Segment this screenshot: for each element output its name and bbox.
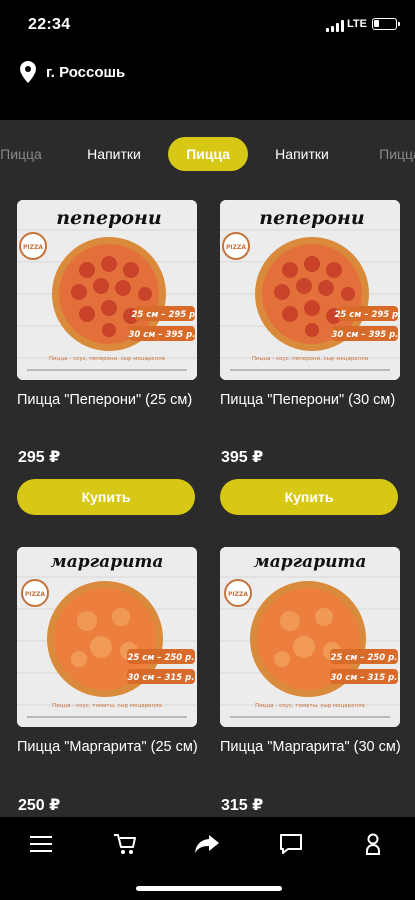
home-indicator[interactable] [136, 886, 282, 891]
image-price-line-1: 25 см – 295 р. [132, 310, 197, 320]
status-bar: 22:34 LTE [0, 0, 415, 52]
image-price-line-1: 25 см – 250 р. [331, 653, 398, 663]
product-card[interactable]: маргарита PIZZA 25 см – 250 р. 30 см – 3… [220, 547, 401, 814]
product-card[interactable]: пеперони PIZZA 25 см – 295 р. 30 см – 39… [17, 200, 197, 515]
battery-icon [372, 18, 400, 30]
pizza-image: пеперони PIZZA 25 см – 295 р. 30 см – 39… [17, 200, 197, 380]
pizza-image: маргарита PIZZA 25 см – 250 р. 30 см – 3… [17, 547, 197, 727]
cart-icon[interactable] [107, 831, 143, 857]
image-caption: Пицца - соус, томаты, сыр моцарелла [255, 703, 365, 709]
product-image[interactable]: пеперони PIZZA 25 см – 295 р. 30 см – 39… [17, 200, 197, 380]
buy-button[interactable]: Купить [220, 479, 398, 515]
image-price-line-2: 30 см – 315 р. [331, 673, 398, 683]
product-title[interactable]: Пицца "Пеперони" (25 см) [17, 390, 202, 410]
share-icon[interactable] [189, 831, 225, 857]
image-price-line-1: 25 см – 295 р. [335, 310, 400, 320]
product-price: 250 ₽ [18, 797, 61, 814]
image-heading: маргарита [51, 552, 164, 572]
image-price-line-1: 25 см – 250 р. [128, 653, 195, 663]
tab-pizza-active[interactable]: Пицца [168, 137, 248, 171]
logo-text: PIZZA [23, 244, 43, 251]
category-tabs[interactable]: Пицца Напитки Пицца Напитки Пицца [0, 137, 415, 173]
product-price: 315 ₽ [221, 797, 264, 814]
map-pin-icon [20, 61, 36, 83]
pizza-image: пеперони PIZZA 25 см – 295 р. 30 см – 39… [220, 200, 400, 380]
profile-icon[interactable] [355, 831, 391, 857]
product-title[interactable]: Пицца "Маргарита" (25 см) [17, 737, 202, 757]
product-card[interactable]: пеперони PIZZA 25 см – 295 р. 30 см – 39… [220, 200, 400, 515]
image-heading: пеперони [259, 207, 364, 229]
image-heading: маргарита [254, 552, 367, 572]
image-price-line-2: 30 см – 315 р. [128, 673, 195, 683]
logo-text: PIZZA [226, 244, 246, 251]
product-title[interactable]: Пицца "Маргарита" (30 см) [220, 737, 405, 757]
location-selector[interactable]: г. Россошь [20, 58, 125, 86]
tab-pizza-next[interactable]: Пицца [370, 137, 415, 171]
signal-icon [326, 20, 344, 32]
image-heading: пеперони [56, 207, 161, 229]
tab-drinks[interactable]: Напитки [78, 137, 150, 171]
tab-pizza-prev[interactable]: Пицца [0, 137, 56, 171]
image-price-line-2: 30 см – 395 р. [129, 330, 196, 340]
product-image[interactable]: маргарита PIZZA 25 см – 250 р. 30 см – 3… [220, 547, 400, 727]
status-time: 22:34 [28, 16, 71, 33]
buy-button[interactable]: Купить [17, 479, 195, 515]
product-image[interactable]: маргарита PIZZA 25 см – 250 р. 30 см – 3… [17, 547, 197, 727]
tab-drinks-2[interactable]: Напитки [266, 137, 338, 171]
image-caption: Пицца - соус, пеперони, сыр моцарелла [252, 356, 368, 362]
image-caption: Пицца - соус, томаты, сыр моцарелла [52, 703, 162, 709]
catalog[interactable]: Пицца Напитки Пицца Напитки Пицца пеперо… [0, 120, 415, 817]
product-card[interactable]: маргарита PIZZA 25 см – 250 р. 30 см – 3… [17, 547, 198, 814]
logo-text: PIZZA [228, 591, 248, 598]
product-price: 395 ₽ [221, 449, 264, 466]
product-image[interactable]: пеперони PIZZA 25 см – 295 р. 30 см – 39… [220, 200, 400, 380]
menu-icon[interactable] [23, 831, 59, 857]
product-price: 295 ₽ [18, 449, 61, 466]
logo-text: PIZZA [25, 591, 45, 598]
product-title[interactable]: Пицца "Пеперони" (30 см) [220, 390, 405, 410]
image-price-line-2: 30 см – 395 р. [332, 330, 399, 340]
city-name: г. Россошь [46, 63, 126, 81]
image-caption: Пицца - соус, пеперони, сыр моцарелла [49, 356, 165, 362]
chat-icon[interactable] [273, 831, 309, 857]
pizza-image: маргарита PIZZA 25 см – 250 р. 30 см – 3… [220, 547, 400, 727]
network-type: LTE [347, 18, 367, 30]
